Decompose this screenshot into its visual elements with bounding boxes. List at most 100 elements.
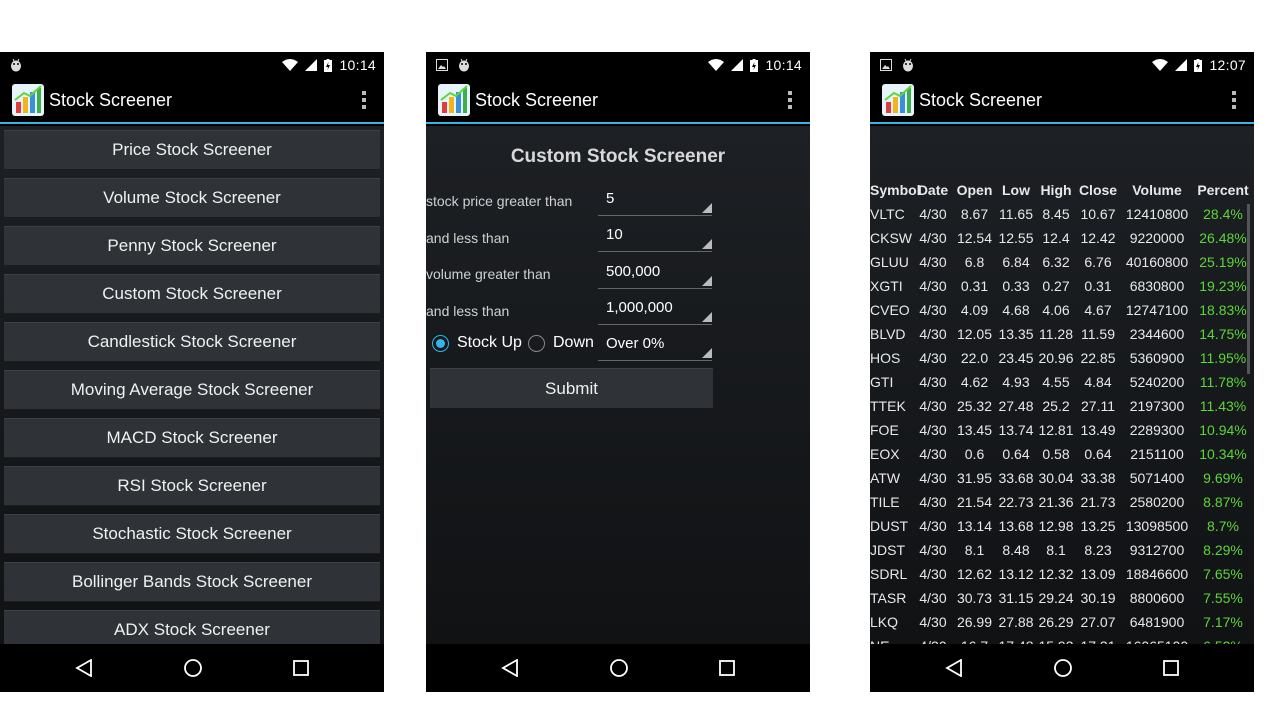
price-max-spinner[interactable]: 10 <box>598 224 712 252</box>
table-row[interactable]: JDST 4/30 8.1 8.48 8.1 8.23 9312700 8.29% <box>870 538 1254 562</box>
table-cell: 6830800 <box>1129 278 1185 294</box>
table-cell: 4.62 <box>960 374 989 390</box>
price-min-value: 5 <box>606 190 615 207</box>
candlestick-screener-button[interactable]: Candlestick Stock Screener <box>4 322 380 362</box>
macd-screener-button[interactable]: MACD Stock Screener <box>4 418 380 458</box>
results-table-container[interactable]: Symbol Date Open Low High Close Volume Percent … <box>870 126 1254 644</box>
volume-min-value: 500,000 <box>606 263 661 280</box>
scrollbar[interactable] <box>1247 204 1250 374</box>
table-row[interactable]: FOE 4/30 13.45 13.74 12.81 13.49 2289300 10.94% <box>870 418 1254 442</box>
back-icon[interactable] <box>501 659 519 677</box>
table-row[interactable]: VLTC 4/30 8.67 11.65 8.45 10.67 12410800 28.4% <box>870 202 1254 226</box>
table-row[interactable]: NE4/3016.717.4815.9317.31160651006.52% <box>870 634 1254 644</box>
table-cell: 2197300 <box>1129 398 1185 414</box>
table-cell: 4/30 <box>919 254 947 270</box>
overflow-menu-icon[interactable] <box>344 77 384 123</box>
submit-button[interactable]: Submit <box>430 368 713 408</box>
volume-screener-button[interactable]: Volume Stock Screener <box>4 178 380 218</box>
table-cell: 27.88 <box>998 614 1034 630</box>
price-min-spinner[interactable]: 5 <box>598 188 712 216</box>
overflow-menu-icon[interactable] <box>770 77 810 123</box>
column-header: Percent <box>1197 182 1249 198</box>
table-cell: 25.32 <box>956 398 993 414</box>
back-icon[interactable] <box>945 659 963 677</box>
table-cell: 5240200 <box>1129 374 1185 390</box>
table-cell: 21.54 <box>956 494 993 510</box>
table-row[interactable]: SDRL 4/30 12.62 13.12 12.32 13.09 18846600 7.65… <box>870 562 1254 586</box>
column-header: Low <box>1002 182 1030 198</box>
table-row[interactable]: TILE 4/30 21.54 22.73 21.36 21.73 2580200 8.87% <box>870 490 1254 514</box>
table-row[interactable]: XGTI 4/30 0.31 0.33 0.27 0.31 6830800 19.23% <box>870 274 1254 298</box>
table-cell: 13.12 <box>998 566 1034 582</box>
table-cell: 4.68 <box>1002 302 1030 318</box>
table-cell: 31.95 <box>956 470 993 486</box>
table-row[interactable]: TASR 4/30 30.73 31.15 29.24 30.19 8800600 7.55% <box>870 586 1254 610</box>
status-time: 10:14 <box>765 57 802 73</box>
image-notification-icon <box>436 59 448 71</box>
stochastic-screener-button[interactable]: Stochastic Stock Screener <box>4 514 380 554</box>
home-icon[interactable] <box>609 658 629 678</box>
custom-screener-button[interactable]: Custom Stock Screener <box>4 274 380 314</box>
home-icon[interactable] <box>183 658 203 678</box>
volume-max-spinner[interactable]: 1,000,000 <box>598 297 712 325</box>
table-cell: BLVD <box>870 326 906 342</box>
table-cell: 13.45 <box>956 422 993 438</box>
table-cell: 13.09 <box>1080 566 1116 582</box>
nav-bar <box>870 644 1254 692</box>
table-cell: 7.17% <box>1203 614 1243 630</box>
percent-spinner[interactable]: Over 0% <box>598 333 712 361</box>
table-cell: 21.73 <box>1080 494 1116 510</box>
table-cell: 6.32 <box>1042 254 1070 270</box>
table-row[interactable]: CVEO 4/30 4.09 4.68 4.06 4.67 12747100 18.83% <box>870 298 1254 322</box>
table-cell: TILE <box>870 494 900 510</box>
volume-min-spinner[interactable]: 500,000 <box>598 261 712 289</box>
table-cell: 4/30 <box>919 302 947 318</box>
home-icon[interactable] <box>1053 658 1073 678</box>
table-cell: 25.2 <box>1042 398 1070 414</box>
table-row[interactable]: BLVD 4/30 12.05 13.35 11.28 11.59 2344600 14.75… <box>870 322 1254 346</box>
recents-icon[interactable] <box>719 660 735 676</box>
nav-bar <box>426 644 810 692</box>
bollinger-screener-button[interactable]: Bollinger Bands Stock Screener <box>4 562 380 602</box>
price-screener-button[interactable]: Price Stock Screener <box>4 130 380 170</box>
table-cell: 2151100 <box>1130 446 1184 462</box>
table-cell: 20.96 <box>1038 350 1074 366</box>
table-cell: HOS <box>870 350 901 366</box>
table-row[interactable]: DUST 4/30 13.14 13.68 12.98 13.25 13098500 8.7% <box>870 514 1254 538</box>
table-row[interactable]: GLUU 4/30 6.8 6.84 6.32 6.76 40160800 25.19% <box>870 250 1254 274</box>
table-row[interactable]: LKQ 4/30 26.99 27.88 26.29 27.07 6481900 7.17% <box>870 610 1254 634</box>
table-cell: CKSW <box>870 230 912 246</box>
penny-screener-button[interactable]: Penny Stock Screener <box>4 226 380 266</box>
stock-up-label: Stock Up <box>457 334 522 351</box>
table-row[interactable]: ATW 4/30 31.95 33.68 30.04 33.38 5071400 9.69% <box>870 466 1254 490</box>
table-cell: GTI <box>870 374 894 390</box>
table-row[interactable]: EOX 4/30 0.6 0.64 0.58 0.64 2151100 10.34% <box>870 442 1254 466</box>
table-row[interactable]: HOS 4/30 22.0 23.45 20.96 22.85 5360900 11.95% <box>870 346 1254 370</box>
table-row[interactable]: TTEK 4/30 25.32 27.48 25.2 27.11 2197300 11.43% <box>870 394 1254 418</box>
recents-icon[interactable] <box>293 660 309 676</box>
table-cell: 27.48 <box>998 398 1034 414</box>
battery-charging-icon <box>1194 58 1203 72</box>
overflow-menu-icon[interactable] <box>1214 77 1254 123</box>
table-cell: 11.65 <box>999 206 1033 222</box>
back-icon[interactable] <box>75 659 93 677</box>
stock-down-radio[interactable]: Down <box>528 334 594 352</box>
rsi-screener-button[interactable]: RSI Stock Screener <box>4 466 380 506</box>
signal-icon <box>731 59 744 71</box>
table-header: Symbol Date Open Low High Close Volume Percent <box>870 178 1254 202</box>
table-cell: 29.24 <box>1038 590 1074 606</box>
table-row[interactable]: GTI 4/30 4.62 4.93 4.55 4.84 5240200 11.78% <box>870 370 1254 394</box>
table-row[interactable]: CKSW 4/30 12.54 12.55 12.4 12.42 9220000 26.48% <box>870 226 1254 250</box>
stock-up-radio[interactable]: Stock Up <box>432 334 522 352</box>
table-cell: 0.31 <box>960 278 989 294</box>
recents-icon[interactable] <box>1163 660 1179 676</box>
status-bar: 12:07 <box>870 52 1254 78</box>
table-cell: 30.19 <box>1080 590 1116 606</box>
moving-average-screener-button[interactable]: Moving Average Stock Screener <box>4 370 380 410</box>
adx-screener-button[interactable]: ADX Stock Screener <box>4 610 380 644</box>
table-cell: 30.04 <box>1038 470 1074 486</box>
table-cell: 13.35 <box>998 326 1034 342</box>
table-cell: 22.85 <box>1080 350 1116 366</box>
app-title: Stock Screener <box>49 89 173 110</box>
table-cell: 5360900 <box>1129 350 1185 366</box>
